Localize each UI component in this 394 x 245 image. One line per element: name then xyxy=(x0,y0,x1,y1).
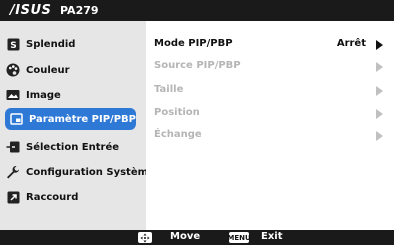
sidebar-item-label: Paramètre PIP/PBP xyxy=(29,113,136,125)
move-label: Move xyxy=(170,231,201,242)
input-icon xyxy=(6,140,20,154)
sidebar-item-pip-pbp[interactable]: Paramètre PIP/PBP xyxy=(5,108,136,130)
arrow-right-icon xyxy=(376,62,383,72)
image-icon xyxy=(6,88,20,102)
arrow-right-icon xyxy=(376,40,383,50)
option-label: Taille xyxy=(154,84,184,95)
osd-menu: /ISUS PA279 S Splendid Couleur Image Par… xyxy=(0,0,394,245)
exit-label: Exit xyxy=(261,231,283,242)
wrench-icon xyxy=(6,165,20,179)
main-panel: Mode PIP/PBP Arrêt Source PIP/PBP Taille… xyxy=(146,21,394,230)
sidebar-item-couleur[interactable]: Couleur xyxy=(6,60,70,80)
sidebar-item-image[interactable]: Image xyxy=(6,85,61,105)
brand-logo-text: /ISUS xyxy=(10,3,52,18)
option-label: Échange xyxy=(154,129,202,140)
option-label: Source PIP/PBP xyxy=(154,60,241,71)
asus-logo: /ISUS xyxy=(10,3,51,18)
model-name: PA279 xyxy=(60,4,99,17)
sidebar-item-label: Couleur xyxy=(26,64,70,76)
dpad-icon xyxy=(138,232,152,243)
svg-text:S: S xyxy=(10,41,16,51)
splendid-icon: S xyxy=(6,37,20,51)
option-label: Position xyxy=(154,107,200,118)
option-label: Mode PIP/PBP xyxy=(154,38,233,49)
sidebar: S Splendid Couleur Image Paramètre PIP/P… xyxy=(0,21,155,230)
sidebar-item-splendid[interactable]: S Splendid xyxy=(6,34,75,54)
sidebar-item-label: Image xyxy=(26,89,61,101)
sidebar-item-label: Splendid xyxy=(26,38,76,50)
pip-icon xyxy=(9,112,23,126)
osd-header: /ISUS PA279 xyxy=(0,0,394,21)
sidebar-item-selection-entree[interactable]: Sélection Entrée xyxy=(6,137,119,157)
palette-icon xyxy=(6,63,20,77)
sidebar-item-label: Raccourd xyxy=(26,191,79,203)
sidebar-item-raccourd[interactable]: Raccourd xyxy=(6,187,78,207)
sidebar-item-label: Configuration Système xyxy=(26,166,155,178)
arrow-right-icon xyxy=(376,109,383,119)
arrow-right-icon xyxy=(376,131,383,141)
menu-key-icon: MENU xyxy=(227,232,251,243)
shortcut-icon xyxy=(6,190,20,204)
arrow-right-icon xyxy=(376,86,383,96)
option-value: Arrêt xyxy=(336,38,366,49)
osd-footer: Move MENU Exit xyxy=(0,230,394,245)
sidebar-item-label: Sélection Entrée xyxy=(26,141,120,153)
sidebar-item-configuration-systeme[interactable]: Configuration Système xyxy=(6,162,155,182)
